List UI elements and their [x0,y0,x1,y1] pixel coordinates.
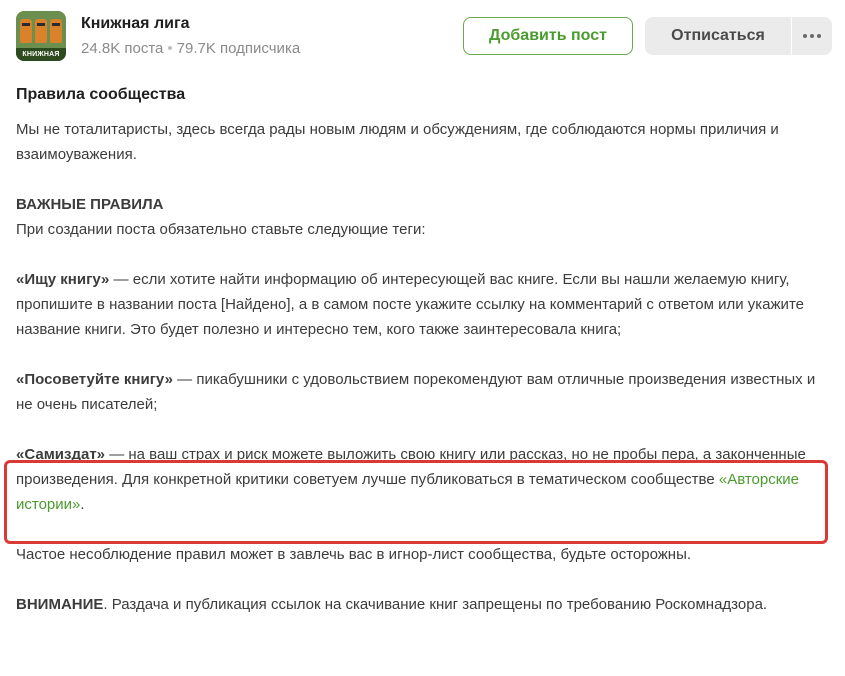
avatar-figure [35,19,47,43]
more-dots-icon [803,34,807,38]
rules-intro: Мы не тоталитаристы, здесь всегда рады н… [16,121,779,163]
tag-description: — если хотите найти информацию об интере… [16,271,804,338]
tag-rule-recommend-book: «Посоветуйте книгу» — пикабушники с удов… [16,367,826,417]
posts-count: 24.8K поста [81,40,164,57]
attention-text: . Раздача и публикация ссылок на скачива… [103,596,768,613]
community-avatar[interactable]: КНИЖНАЯ ЛИГА [16,11,66,61]
avatar-figure [20,19,32,43]
community-name[interactable]: Книжная лига [81,15,190,33]
add-post-button[interactable]: Добавить пост [463,17,633,55]
tag-name: «Посоветуйте книгу» [16,371,173,388]
rules-heading: Правила сообщества [16,86,186,103]
rules-warning: Частое несоблюдение правил может в завле… [16,546,692,563]
important-rules-title: ВАЖНЫЕ ПРАВИЛА [16,196,164,213]
community-stats: 24.8K поста • 79.7K подписчика [81,40,300,57]
subscribers-count: 79.7K подписчика [176,40,301,57]
separator-dot: • [167,40,173,57]
more-dots-icon [810,34,814,38]
more-dots-icon [817,34,821,38]
attention-title: ВНИМАНИЕ [16,596,104,613]
avatar-banner: КНИЖНАЯ ЛИГА [16,48,66,61]
important-rules-block: ВАЖНЫЕ ПРАВИЛА При создании поста обязате… [16,192,826,242]
avatar-figure [50,19,62,43]
community-header: КНИЖНАЯ ЛИГА Книжная лига 24.8K поста•79… [0,0,845,75]
important-rules-text: При создании поста обязательно ставьте с… [16,221,426,238]
attention-block: ВНИМАНИЕ. Раздача и публикация ссылок на… [16,592,826,617]
unsubscribe-button[interactable]: Отписаться [645,17,791,55]
highlight-box [4,460,828,544]
tag-rule-search-book: «Ищу книгу» — если хотите найти информац… [16,267,826,342]
tag-name: «Ищу книгу» [16,271,110,288]
more-options-button[interactable] [792,17,832,55]
